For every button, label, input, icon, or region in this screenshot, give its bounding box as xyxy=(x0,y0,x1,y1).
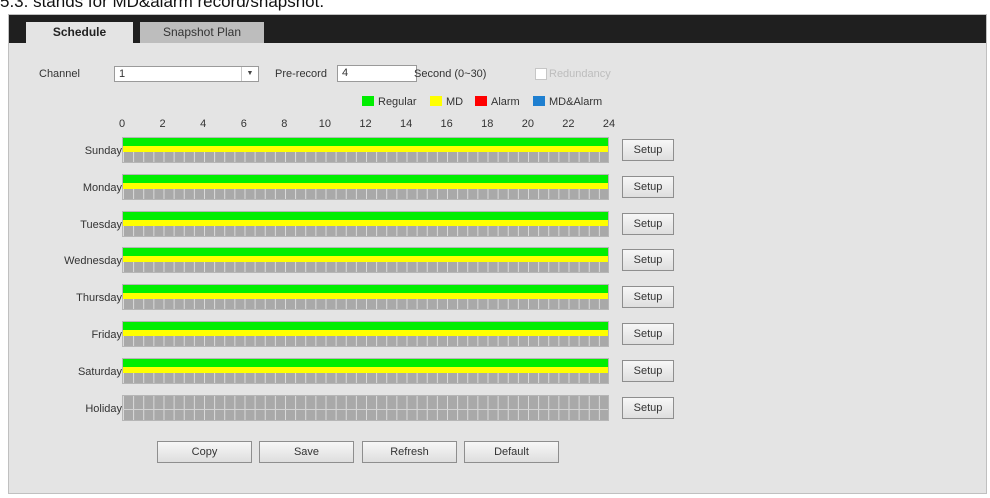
setup-button[interactable]: Setup xyxy=(622,396,674,419)
hour-tick-label: 20 xyxy=(521,118,534,130)
md-record-segment xyxy=(123,256,608,263)
channel-value: 1 xyxy=(119,68,126,80)
legend-regular: Regular xyxy=(362,96,417,108)
legend-md-swatch xyxy=(430,96,442,106)
schedule-bar[interactable] xyxy=(122,247,609,274)
redundancy-label: Redundancy xyxy=(549,68,611,80)
prerecord-label: Pre-record xyxy=(275,68,327,80)
legend-md-label: MD xyxy=(446,96,464,108)
hour-tick-label: 4 xyxy=(200,118,207,130)
day-label: Wednesday xyxy=(64,255,122,268)
schedule-bar[interactable] xyxy=(122,210,609,237)
default-button[interactable]: Default xyxy=(464,441,559,463)
schedule-bar[interactable] xyxy=(122,357,609,384)
hour-tick-label: 22 xyxy=(562,118,575,130)
day-label: Tuesday xyxy=(80,218,122,231)
setup-button[interactable]: Setup xyxy=(622,175,674,198)
regular-record-segment xyxy=(123,285,608,294)
regular-record-segment xyxy=(123,248,608,257)
md-record-segment xyxy=(123,219,608,226)
regular-record-segment xyxy=(123,322,608,330)
channel-select[interactable]: 1 ▼ xyxy=(114,66,259,82)
hour-tick-label: 12 xyxy=(359,118,372,130)
chevron-down-icon[interactable]: ▼ xyxy=(241,67,258,81)
setup-button[interactable]: Setup xyxy=(622,249,674,272)
setup-button[interactable]: Setup xyxy=(622,286,674,309)
hour-tick-label: 8 xyxy=(281,118,288,130)
md-record-segment xyxy=(123,182,608,189)
day-label: Sunday xyxy=(84,145,122,157)
day-label: Holiday xyxy=(85,402,122,415)
second-range-label: Second (0~30) xyxy=(414,68,487,80)
prerecord-input[interactable]: 4 xyxy=(337,65,417,82)
hour-tick-label: 16 xyxy=(440,118,453,130)
legend-alarm: Alarm xyxy=(475,96,520,108)
redundancy-checkbox[interactable] xyxy=(535,68,547,80)
regular-record-segment xyxy=(123,138,608,146)
tab-bar: Schedule Snapshot Plan xyxy=(9,15,986,43)
regular-record-segment xyxy=(123,211,608,220)
setup-button[interactable]: Setup xyxy=(622,323,674,345)
legend-md-alarm: MD&Alarm xyxy=(533,96,602,108)
save-button[interactable]: Save xyxy=(259,441,354,463)
md-record-segment xyxy=(123,146,608,152)
schedule-bar[interactable] xyxy=(122,284,609,311)
hour-tick-label: 24 xyxy=(602,118,616,130)
setup-button[interactable]: Setup xyxy=(622,359,674,382)
schedule-bar[interactable] xyxy=(122,137,609,163)
refresh-button[interactable]: Refresh xyxy=(362,441,457,463)
md-record-segment xyxy=(123,293,608,300)
day-label: Saturday xyxy=(77,365,122,378)
hour-tick-label: 14 xyxy=(399,118,413,130)
day-label: Monday xyxy=(82,181,122,194)
channel-label: Channel xyxy=(39,68,80,80)
tab-snapshot-plan[interactable]: Snapshot Plan xyxy=(140,22,264,43)
hour-tick-label: 6 xyxy=(240,118,247,130)
hour-tick-label: 18 xyxy=(481,118,494,130)
schedule-panel: Schedule Snapshot Plan Channel 1 ▼ Pre-r… xyxy=(8,14,987,494)
legend-alarm-swatch xyxy=(475,96,487,106)
legend-regular-label: Regular xyxy=(378,96,417,108)
legend-md-alarm-label: MD&Alarm xyxy=(549,96,603,108)
legend-md-alarm-swatch xyxy=(533,96,545,106)
legend-alarm-label: Alarm xyxy=(491,96,520,108)
schedule-bar[interactable] xyxy=(122,321,609,347)
legend-md: MD xyxy=(430,96,463,108)
copy-button[interactable]: Copy xyxy=(157,441,252,463)
page-caption: 5.3. stands for MD&alarm record/snapshot… xyxy=(0,0,325,11)
md-record-segment xyxy=(123,330,608,336)
hour-tick-label: 0 xyxy=(118,118,126,130)
regular-record-segment xyxy=(123,174,608,183)
hour-tick-label: 10 xyxy=(318,118,332,130)
tab-schedule[interactable]: Schedule xyxy=(26,22,133,43)
md-record-segment xyxy=(123,366,608,373)
schedule-bar[interactable] xyxy=(122,394,609,421)
setup-button[interactable]: Setup xyxy=(622,139,674,161)
legend-regular-swatch xyxy=(362,96,374,106)
schedule-bar[interactable] xyxy=(122,173,609,200)
grid-divider xyxy=(123,408,608,410)
regular-record-segment xyxy=(123,358,608,367)
day-label: Friday xyxy=(91,329,122,341)
setup-button[interactable]: Setup xyxy=(622,212,674,235)
hour-tick-label: 2 xyxy=(159,118,166,130)
day-label: Thursday xyxy=(76,292,122,305)
